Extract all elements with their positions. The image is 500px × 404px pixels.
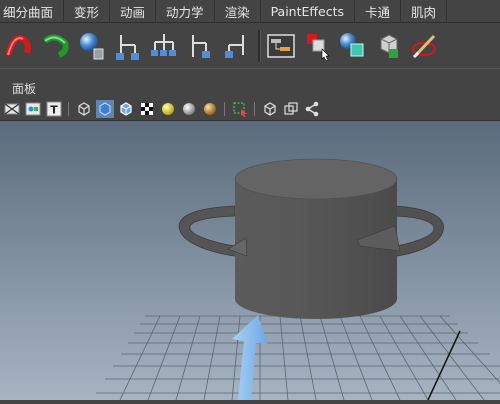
main-menubar: 细分曲面 变形 动画 动力学 渲染 PaintEffects 卡通 肌肉 <box>0 0 500 23</box>
default-light-icon[interactable] <box>159 100 177 118</box>
curve-red-icon[interactable] <box>4 30 36 62</box>
menu-subdiv-surfaces[interactable]: 细分曲面 <box>0 0 65 22</box>
text-icon[interactable]: T <box>45 100 63 118</box>
xray-cube-icon[interactable] <box>261 100 279 118</box>
wireframe-cube-icon[interactable] <box>75 100 93 118</box>
menu-deform[interactable]: 变形 <box>64 0 111 22</box>
shadows-light-icon[interactable] <box>201 100 219 118</box>
menu-muscle[interactable]: 肌肉 <box>401 0 448 22</box>
share-nodes-icon[interactable] <box>303 100 321 118</box>
panel-toolbar: T <box>0 98 500 121</box>
wireframe-on-shaded-icon[interactable] <box>117 100 135 118</box>
cube-select-icon[interactable] <box>301 30 333 62</box>
backface-cube-icon[interactable] <box>282 100 300 118</box>
menu-animation[interactable]: 动画 <box>110 0 157 22</box>
camera-select-icon[interactable] <box>3 100 21 118</box>
curve-green-icon[interactable] <box>40 30 72 62</box>
toolbar-separator <box>68 102 69 116</box>
menu-paint-effects[interactable]: PaintEffects <box>261 0 355 22</box>
viewport-3d[interactable] <box>0 121 500 401</box>
hierarchy-3-icon[interactable] <box>184 30 216 62</box>
panel-menu[interactable]: 面板 <box>12 80 36 97</box>
panel-header: 面板 <box>0 68 500 99</box>
menu-dynamics[interactable]: 动力学 <box>156 0 215 22</box>
cube-grid-icon[interactable] <box>373 30 405 62</box>
sphere-trash-icon[interactable] <box>76 30 108 62</box>
toolbar-separator <box>254 102 255 116</box>
shelf-toolbar <box>0 23 500 68</box>
all-lights-icon[interactable] <box>180 100 198 118</box>
sphere-cube-icon[interactable] <box>337 30 369 62</box>
camera-attributes-icon[interactable] <box>24 100 42 118</box>
text-icon-label: T <box>50 104 58 117</box>
menu-toon[interactable]: 卡通 <box>355 0 402 22</box>
hypergraph-icon[interactable] <box>265 30 297 62</box>
hierarchy-4-icon[interactable] <box>220 30 252 62</box>
shelf-separator <box>258 29 261 62</box>
toolbar-separator <box>224 102 225 116</box>
menu-rendering[interactable]: 渲染 <box>215 0 261 22</box>
hierarchy-1-icon[interactable] <box>112 30 144 62</box>
isolate-select-icon[interactable] <box>231 100 249 118</box>
smooth-shade-cube-icon[interactable] <box>96 100 114 118</box>
hierarchy-2-icon[interactable] <box>148 30 180 62</box>
textured-checker-icon[interactable] <box>138 100 156 118</box>
paint-brush-icon[interactable] <box>409 30 441 62</box>
